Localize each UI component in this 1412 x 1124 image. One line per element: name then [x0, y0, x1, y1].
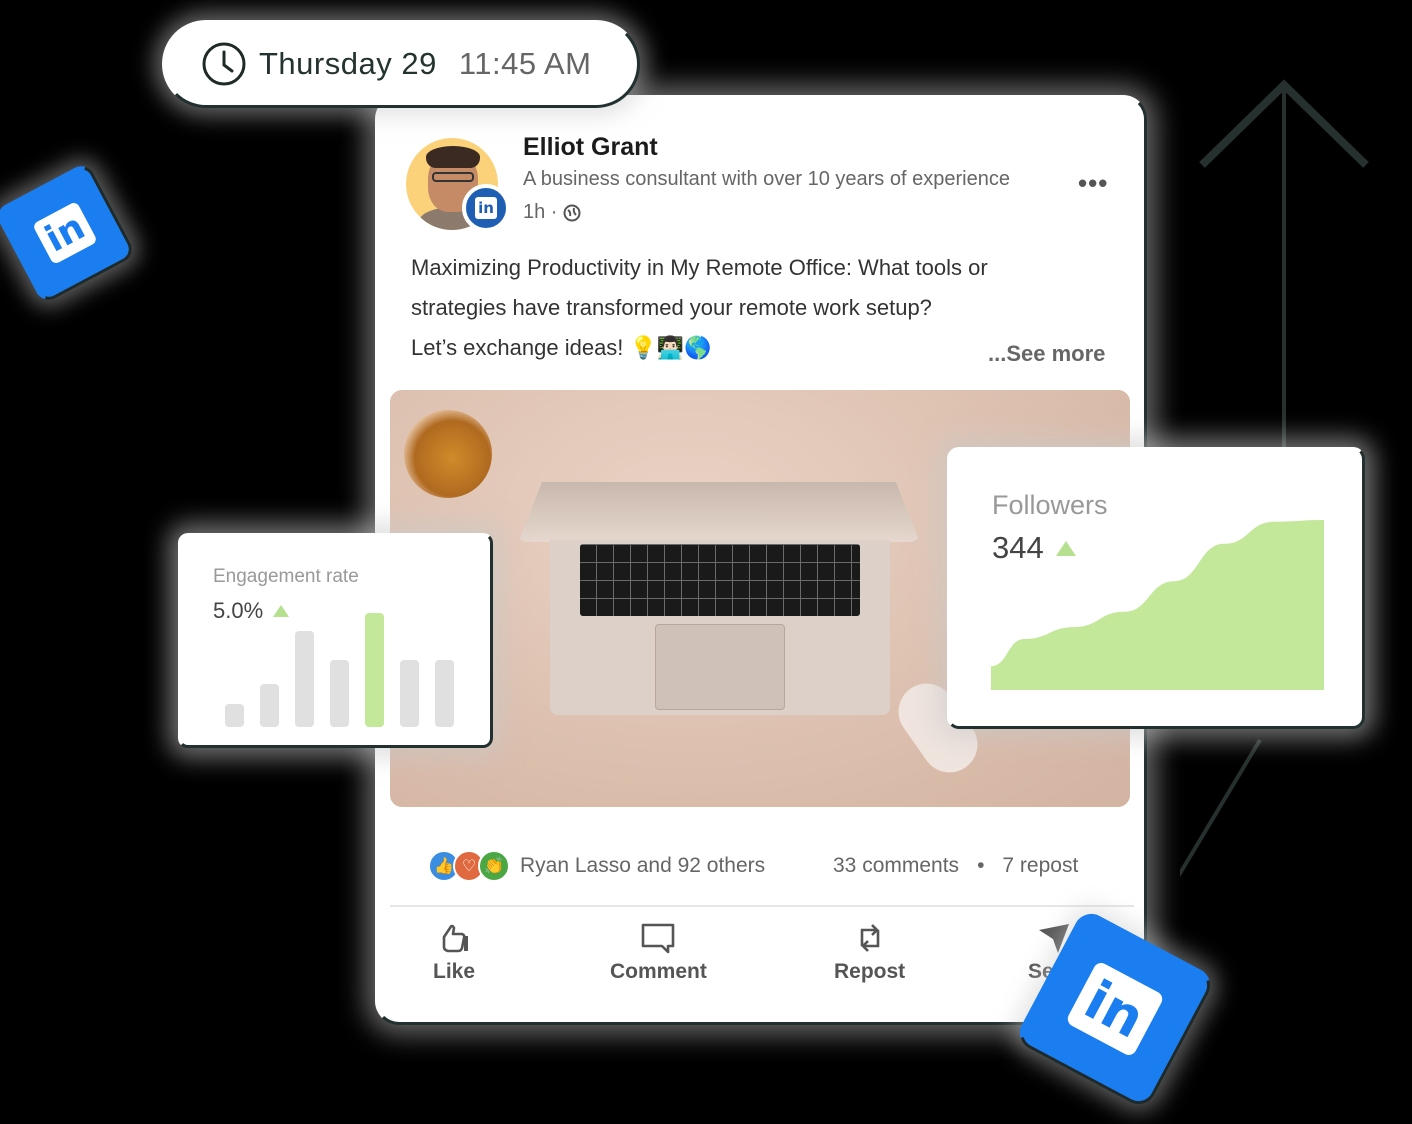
- engagement-bar: [295, 631, 314, 727]
- repost-icon: [860, 924, 879, 952]
- linkedin-logo-icon: in: [0, 161, 137, 305]
- post-meta: 1h ·: [523, 201, 581, 224]
- post-actions: Like Comment Repost Send: [378, 920, 1150, 1000]
- trackpad-graphic: [655, 624, 785, 710]
- divider: [390, 905, 1134, 907]
- see-more-link[interactable]: ...See more: [988, 341, 1105, 367]
- engagement-rate-card: Engagement rate 5.0%: [178, 533, 493, 748]
- followers-area: [991, 520, 1324, 690]
- linkedin-badge-icon: in: [462, 184, 510, 232]
- engagement-bar: [260, 684, 279, 727]
- reactions-summary[interactable]: 👍 ♡ 👏 Ryan Lasso and 92 others: [428, 850, 765, 882]
- comment-button[interactable]: Comment: [610, 920, 707, 984]
- engagement-bar: [435, 660, 454, 727]
- post-time: 1h ·: [523, 201, 558, 223]
- glass-graphic: [404, 410, 492, 498]
- schedule-pill[interactable]: Thursday 29 11:45 AM: [162, 20, 640, 108]
- post-text-line: Maximizing Productivity in My Remote Off…: [411, 255, 988, 280]
- followers-card: Followers 344: [947, 447, 1365, 729]
- clock-icon: [202, 42, 246, 86]
- stats-separator: •: [977, 854, 985, 877]
- author-headline: A business consultant with over 10 years…: [523, 168, 1010, 190]
- comment-icon: [642, 923, 675, 954]
- engagement-bar-chart: [225, 613, 454, 727]
- globe-icon: [563, 204, 581, 221]
- schedule-time: 11:45 AM: [458, 46, 592, 81]
- engagement-bar: [365, 613, 384, 727]
- linkedin-glyph: in: [1065, 960, 1165, 1058]
- followers-area-chart: [991, 520, 1324, 690]
- comments-count[interactable]: 33 comments: [833, 854, 959, 878]
- more-options-button[interactable]: •••: [1078, 168, 1108, 199]
- engagement-bar: [225, 704, 244, 727]
- comment-label: Comment: [610, 960, 707, 983]
- post-stats: 33 comments • 7 repost: [833, 854, 1078, 878]
- like-button[interactable]: Like: [433, 920, 475, 984]
- repost-label: Repost: [834, 960, 906, 983]
- engagement-bar: [330, 660, 349, 727]
- linkedin-glyph: in: [32, 200, 98, 266]
- author-name[interactable]: Elliot Grant: [523, 133, 658, 162]
- laptop-graphic: [518, 482, 920, 542]
- reactions-text: Ryan Lasso and 92 others: [520, 854, 766, 877]
- laptop-base: [550, 540, 890, 715]
- clap-reaction-icon: 👏: [478, 850, 510, 882]
- keyboard-graphic: [580, 544, 860, 616]
- schedule-day: Thursday 29: [259, 46, 437, 81]
- like-label: Like: [433, 960, 476, 983]
- post-text-line: strategies have transformed your remote …: [411, 295, 932, 320]
- thumbs-up-icon: [442, 924, 469, 953]
- reposts-count[interactable]: 7 repost: [1002, 854, 1078, 878]
- engagement-bar: [400, 660, 419, 727]
- repost-button[interactable]: Repost: [834, 920, 905, 984]
